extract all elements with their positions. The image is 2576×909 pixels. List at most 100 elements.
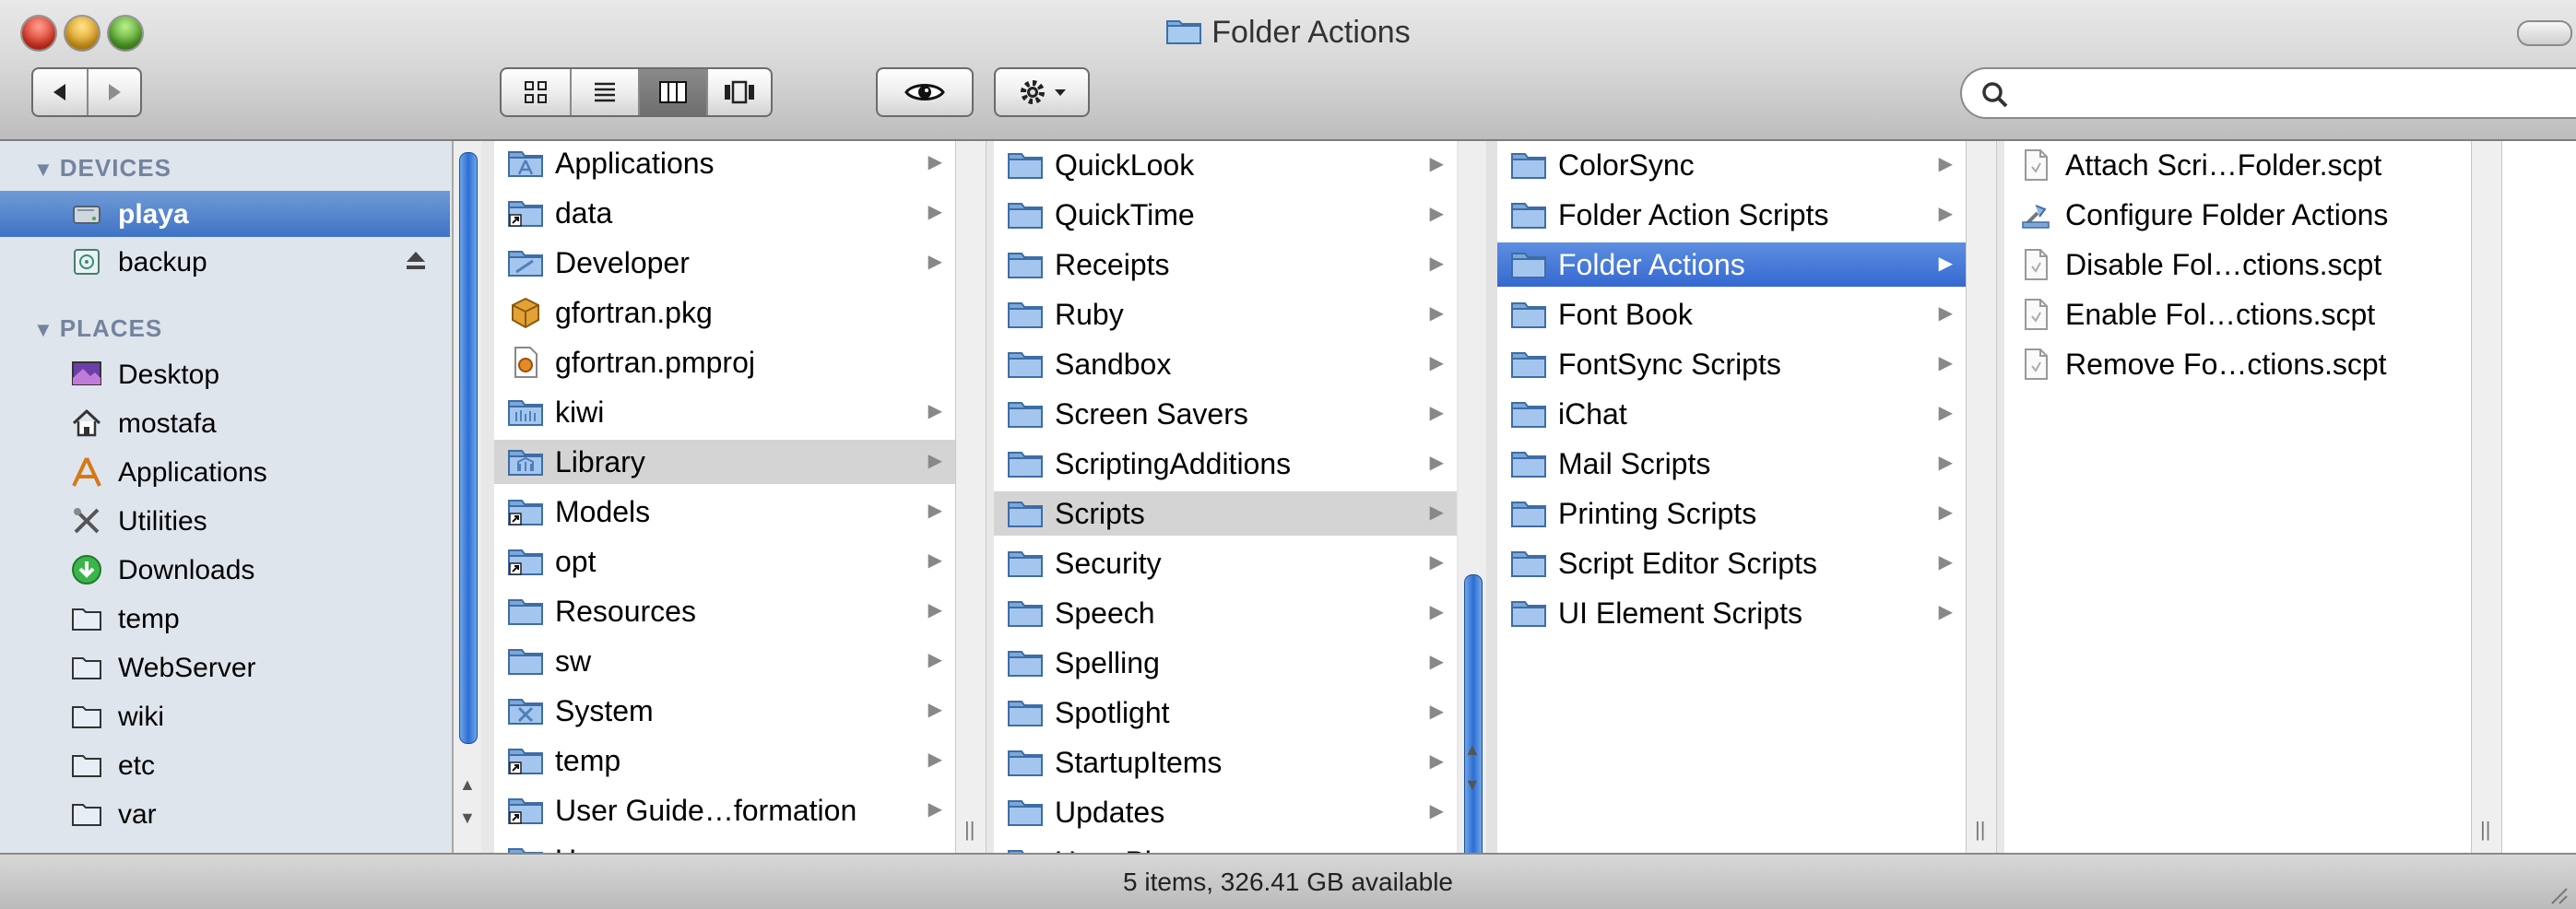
folder-icon	[1007, 547, 1044, 580]
scroll-down-arrow-icon[interactable]: ▼	[1464, 775, 1481, 795]
eject-icon[interactable]	[402, 247, 430, 275]
sidebar-item-var[interactable]: var	[0, 791, 450, 837]
list-item[interactable]: gfortran.pmproj	[494, 340, 955, 384]
list-item[interactable]: ScriptingAdditions ▶	[994, 442, 1457, 486]
column-2-divider[interactable]	[1486, 141, 1497, 853]
list-item[interactable]: Printing Scripts ▶	[1497, 491, 1966, 536]
sidebar-item-playa[interactable]: playa	[0, 191, 450, 237]
toolbar-toggle-button[interactable]	[2517, 20, 2572, 46]
disclosure-arrow-icon: ▶	[928, 650, 942, 670]
column-1-divider[interactable]: ||	[955, 141, 987, 853]
sidebar-item-applications[interactable]: Applications	[0, 449, 450, 495]
list-item[interactable]: Users▶	[494, 838, 955, 853]
column-resize-handle-icon[interactable]: ||	[964, 818, 975, 842]
list-item[interactable]: kiwi ▶	[494, 390, 955, 434]
action-menu-button[interactable]	[994, 67, 1090, 117]
list-item[interactable]: Folder Actions ▶	[1497, 242, 1966, 287]
list-item[interactable]: Applications ▶	[494, 141, 955, 185]
sidebar-item-desktop[interactable]: Desktop	[0, 351, 450, 397]
list-item-label: User Guide…formation	[555, 794, 857, 827]
list-item[interactable]: Disable Fol…ctions.scpt	[2004, 242, 2471, 287]
gear-icon	[1021, 80, 1045, 104]
scroll-up-arrow-icon[interactable]: ▲	[1464, 740, 1481, 760]
list-item[interactable]: Configure Folder Actions	[2004, 193, 2471, 237]
list-item[interactable]: Scripts ▶	[994, 491, 1457, 536]
list-item[interactable]: QuickTime ▶	[994, 193, 1457, 237]
column-4-divider[interactable]: ||	[2471, 141, 2502, 853]
list-item[interactable]: Mail Scripts ▶	[1497, 442, 1966, 486]
folder-icon	[70, 602, 103, 635]
column-view-button[interactable]	[638, 69, 706, 115]
list-item[interactable]: sw ▶	[494, 639, 955, 683]
sidebar-item-mostafa[interactable]: mostafa	[0, 400, 450, 446]
quick-look-segment	[878, 69, 972, 115]
sidebar-item-etc[interactable]: etc	[0, 742, 450, 788]
column-3-divider[interactable]: ||	[1966, 141, 1997, 853]
list-item[interactable]: ColorSync ▶	[1497, 143, 1966, 187]
back-button[interactable]	[33, 69, 87, 115]
list-item[interactable]: Models ▶	[494, 490, 955, 534]
list-item[interactable]: System ▶	[494, 689, 955, 733]
list-item[interactable]: Screen Savers ▶	[994, 392, 1457, 436]
disclosure-arrow-icon: ▶	[1429, 403, 1444, 423]
list-item[interactable]: FontSync Scripts ▶	[1497, 342, 1966, 386]
list-view-button[interactable]	[570, 69, 638, 115]
list-item-label: FontSync Scripts	[1558, 348, 1781, 381]
list-item[interactable]: Resources ▶	[494, 589, 955, 633]
scroll-down-arrow-icon[interactable]: ▼	[459, 809, 476, 828]
list-item[interactable]: Speech ▶	[994, 591, 1457, 635]
list-item[interactable]: Sandbox ▶	[994, 342, 1457, 386]
forward-button[interactable]	[87, 69, 140, 115]
list-item[interactable]: gfortran.pkg	[494, 290, 955, 335]
column-2-scrollbar[interactable]: ▲ ▼	[1459, 141, 1486, 869]
list-item[interactable]: User Pictures▶	[994, 840, 1457, 853]
list-item[interactable]: Developer ▶	[494, 241, 955, 285]
sidebar-item-downloads[interactable]: Downloads	[0, 547, 450, 593]
devices-header[interactable]: ▼ DEVICES	[33, 154, 171, 183]
list-item[interactable]: temp ▶	[494, 738, 955, 783]
scroll-up-arrow-icon[interactable]: ▲	[459, 775, 476, 795]
list-item[interactable]: UI Element Scripts ▶	[1497, 591, 1966, 635]
list-item[interactable]: Script Editor Scripts ▶	[1497, 541, 1966, 585]
list-item[interactable]: StartupItems ▶	[994, 740, 1457, 785]
list-item[interactable]: QuickLook ▶	[994, 143, 1457, 187]
disclosure-arrow-icon: ▶	[928, 550, 942, 571]
column-resize-handle-icon[interactable]: ||	[2480, 818, 2490, 842]
list-item[interactable]: Spelling ▶	[994, 641, 1457, 685]
sidebar-item-temp[interactable]: temp	[0, 596, 450, 642]
list-item[interactable]: Ruby ▶	[994, 292, 1457, 336]
list-item[interactable]: Font Book ▶	[1497, 292, 1966, 336]
sidebar-item-backup[interactable]: backup	[0, 239, 450, 285]
list-item[interactable]: data ▶	[494, 191, 955, 235]
sidebar-item-utilities[interactable]: Utilities	[0, 498, 450, 544]
places-header[interactable]: ▼ PLACES	[33, 314, 162, 343]
list-item[interactable]: Library ▶	[494, 440, 955, 484]
list-item[interactable]: Attach Scri…Folder.scpt	[2004, 143, 2471, 187]
resize-grip-icon[interactable]	[2545, 881, 2569, 905]
search-field[interactable]	[1960, 67, 2576, 119]
icon-view-button[interactable]	[502, 69, 570, 115]
disclosure-arrow-icon: ▶	[928, 501, 942, 521]
column-1-scrollbar[interactable]: ▲ ▼	[454, 141, 481, 853]
sidebar-item-wiki[interactable]: wiki	[0, 693, 450, 739]
list-item[interactable]: Enable Fol…ctions.scpt	[2004, 292, 2471, 336]
coverflow-view-button[interactable]	[706, 69, 771, 115]
list-item[interactable]: User Guide…formation ▶	[494, 788, 955, 832]
sidebar-item-label: Downloads	[118, 555, 255, 585]
list-item[interactable]: iChat ▶	[1497, 392, 1966, 436]
list-item[interactable]: Security ▶	[994, 541, 1457, 585]
list-item[interactable]: Folder Action Scripts ▶	[1497, 193, 1966, 237]
list-item-label: opt	[555, 545, 597, 578]
list-item[interactable]: Spotlight ▶	[994, 691, 1457, 735]
scroll-thumb[interactable]	[459, 152, 478, 744]
list-item[interactable]: opt ▶	[494, 539, 955, 584]
column-resize-handle-icon[interactable]: ||	[1975, 818, 1985, 842]
sidebar-item-webserver[interactable]: WebServer	[0, 644, 450, 691]
quick-look-button[interactable]	[876, 67, 974, 117]
list-item[interactable]: Updates ▶	[994, 790, 1457, 834]
list-item[interactable]: Receipts ▶	[994, 242, 1457, 287]
disclosure-arrow-icon: ▶	[1429, 154, 1444, 174]
search-input[interactable]	[2019, 75, 2558, 113]
scroll-thumb[interactable]	[1464, 574, 1483, 869]
list-item[interactable]: Remove Fo…ctions.scpt	[2004, 342, 2471, 386]
